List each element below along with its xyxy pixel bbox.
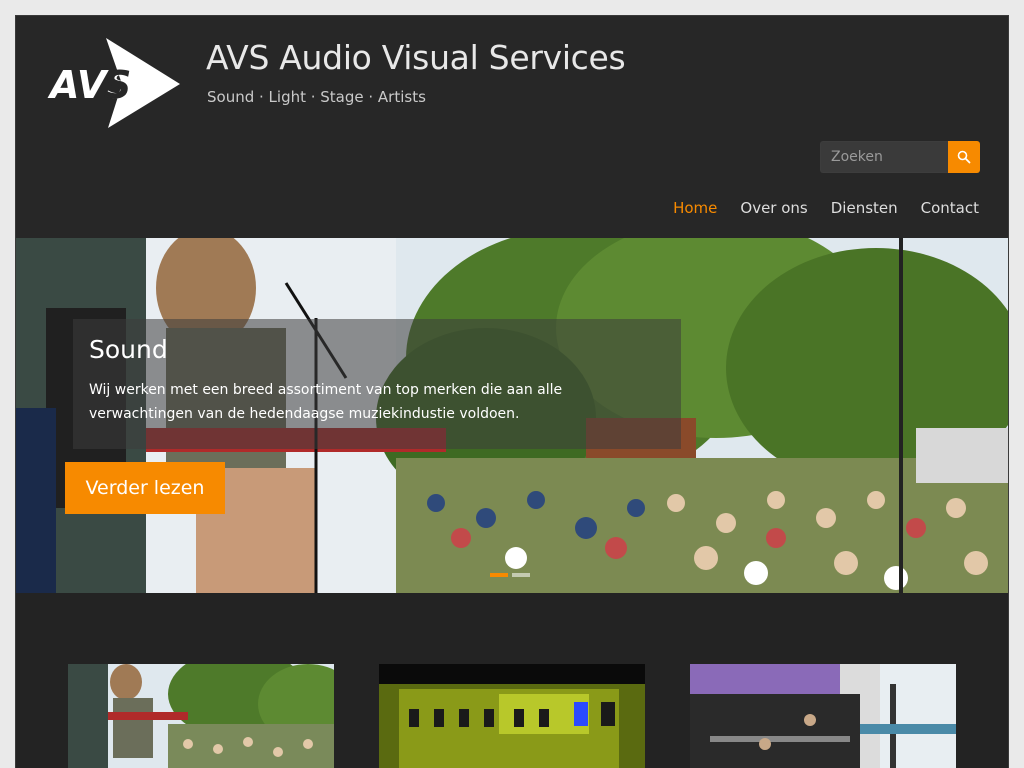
slider-pagination [490, 573, 530, 577]
slider-dot-1[interactable] [490, 573, 508, 577]
site-title[interactable]: AVS Audio Visual Services [206, 38, 626, 77]
site-tagline: Sound · Light · Stage · Artists [207, 88, 426, 106]
featured-section [16, 593, 1008, 768]
search-button[interactable] [948, 141, 980, 173]
site-header: AVS S AVS Audio Visual Services Sound · … [16, 16, 1008, 238]
nav-item-diensten[interactable]: Diensten [831, 199, 898, 217]
search-input[interactable] [820, 141, 948, 173]
search-form [820, 141, 980, 173]
featured-thumb-stage[interactable] [690, 664, 956, 768]
thumb-image-light [379, 664, 645, 768]
nav-item-contact[interactable]: Contact [921, 199, 979, 217]
read-more-button[interactable]: Verder lezen [65, 462, 225, 514]
page: AVS S AVS Audio Visual Services Sound · … [15, 15, 1009, 768]
slide-title: Sound [89, 335, 168, 364]
svg-text:S: S [104, 63, 131, 107]
slider-dot-2[interactable] [512, 573, 530, 577]
search-icon [957, 150, 971, 164]
featured-thumb-light[interactable] [379, 664, 645, 768]
hero-slider[interactable]: Sound Wij werken met een breed assortime… [16, 238, 1008, 593]
nav-item-home[interactable]: Home [673, 199, 717, 217]
avs-logo[interactable]: AVS S [46, 36, 186, 131]
nav-item-over-ons[interactable]: Over ons [740, 199, 807, 217]
slide-text: Wij werken met een breed assortiment van… [89, 382, 563, 422]
slide-caption: Sound Wij werken met een breed assortime… [73, 319, 681, 449]
featured-thumb-sound[interactable] [68, 664, 334, 768]
thumb-image-sound [68, 664, 334, 768]
thumb-image-stage [690, 664, 956, 768]
main-navigation: Home Over ons Diensten Contact [650, 199, 979, 217]
